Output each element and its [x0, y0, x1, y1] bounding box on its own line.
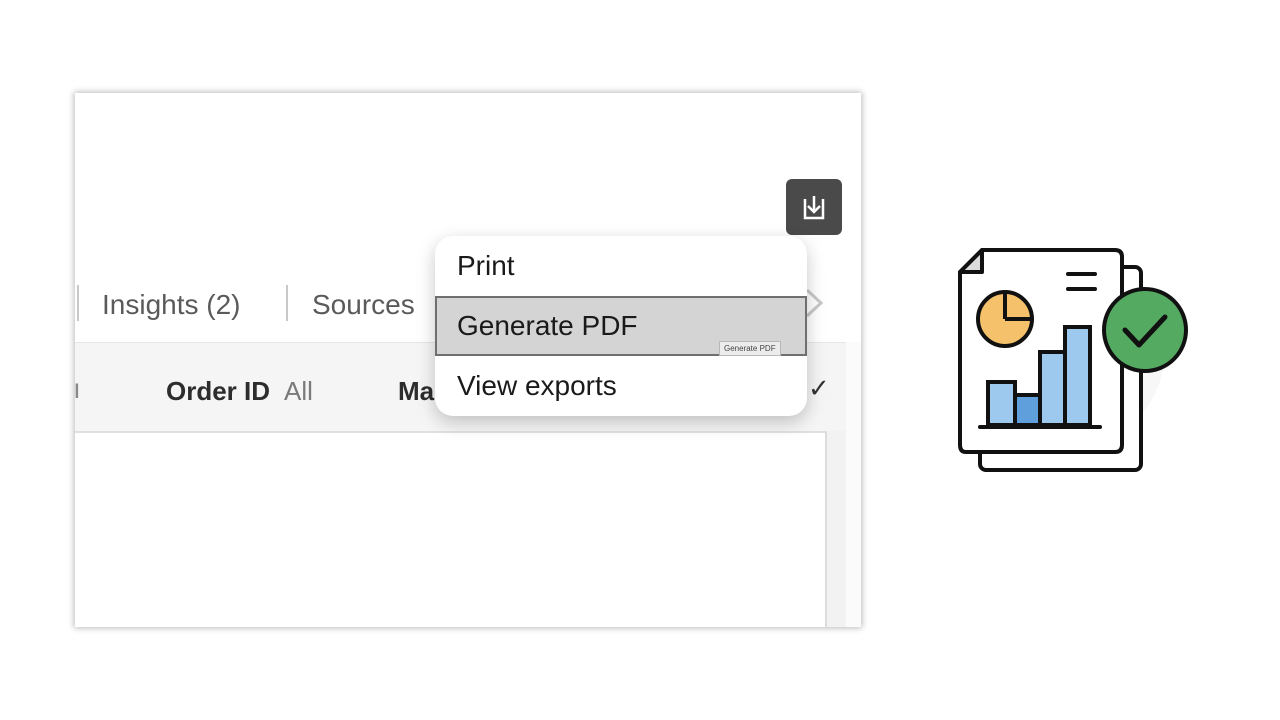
tab-divider — [77, 285, 79, 321]
report-document-check-icon — [958, 248, 1188, 472]
checkmark-icon[interactable]: ✓ — [808, 373, 830, 404]
filter-truncated-label[interactable]: Ma — [398, 376, 434, 407]
menu-item-print[interactable]: Print — [435, 236, 807, 296]
filter-truncated-edge: ı — [75, 373, 81, 404]
tab-sources[interactable]: Sources — [312, 289, 415, 321]
export-button[interactable] — [786, 179, 842, 235]
tab-insights[interactable]: Insights (2) — [102, 289, 241, 321]
tab-divider — [286, 285, 288, 321]
content-scrollbar[interactable] — [825, 431, 847, 627]
tooltip: Generate PDF — [719, 341, 781, 356]
menu-item-generate-pdf[interactable]: Generate PDF Generate PDF — [435, 296, 807, 356]
filter-order-id-value[interactable]: All — [284, 376, 313, 407]
menu-item-label: Generate PDF — [457, 310, 638, 341]
export-menu: Print Generate PDF Generate PDF View expo… — [435, 236, 807, 416]
download-tray-icon — [803, 196, 825, 220]
dashboard-panel: Insights (2) Sources ı Order ID All Ma ✓… — [75, 93, 861, 627]
filter-order-id-label[interactable]: Order ID — [166, 376, 270, 407]
menu-item-view-exports[interactable]: View exports — [435, 356, 807, 416]
right-gutter — [846, 342, 861, 627]
